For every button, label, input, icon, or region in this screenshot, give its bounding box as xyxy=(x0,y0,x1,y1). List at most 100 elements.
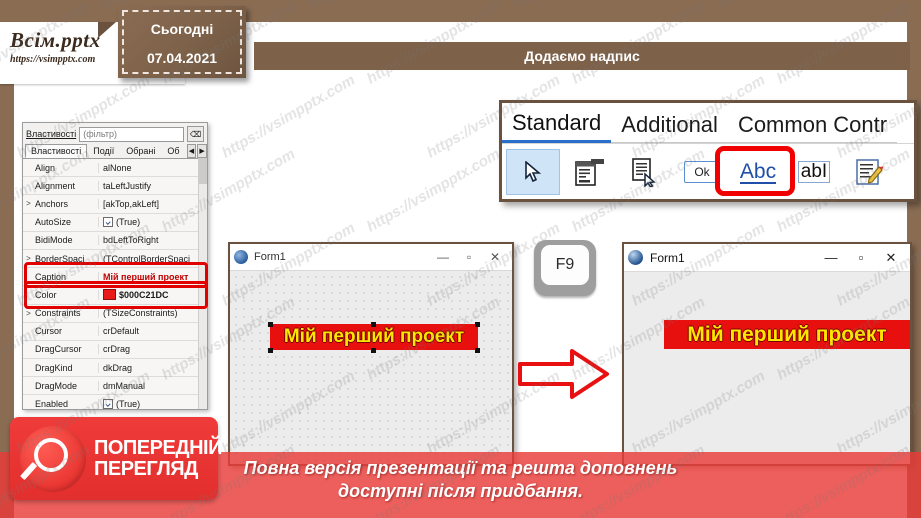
tab-common-controls[interactable]: Common Contr xyxy=(727,110,898,143)
close-button[interactable]: ✕ xyxy=(482,250,508,264)
date-badge-label: Сьогодні xyxy=(150,21,214,37)
tab-standard[interactable]: Standard xyxy=(502,108,612,143)
table-row[interactable]: > BorderSpaci (TControlBorderSpaci xyxy=(23,249,207,269)
property-value: (True) xyxy=(116,399,141,410)
table-row[interactable]: DragKind dkDrag xyxy=(23,359,207,378)
table-row-caption[interactable]: Caption Мій перший проект xyxy=(23,268,207,287)
table-row[interactable]: > Anchors [akTop,akLeft] xyxy=(23,195,207,214)
color-swatch-icon[interactable] xyxy=(103,289,116,301)
logo-url: https://vsimpptx.com xyxy=(10,54,96,65)
resize-handle[interactable] xyxy=(475,348,480,353)
property-value: $000C21DC xyxy=(119,289,169,300)
property-value[interactable]: crDefault xyxy=(99,326,207,336)
property-name: Caption xyxy=(34,271,99,282)
label-tool-highlight-ring xyxy=(715,146,795,196)
table-row-color[interactable]: Color $000C21DC xyxy=(23,286,207,305)
tab-scroll-right-icon[interactable]: ▶ xyxy=(197,143,207,158)
inspector-tab-events[interactable]: Події xyxy=(87,144,120,158)
checkbox-icon[interactable] xyxy=(103,399,113,409)
resize-handle[interactable] xyxy=(475,322,480,327)
preview-line-1: ПОПЕРЕДНІЙ xyxy=(94,436,222,459)
table-row[interactable]: AutoSize (True) xyxy=(23,213,207,232)
inspector-tab-properties[interactable]: Властивості xyxy=(25,143,88,158)
property-value[interactable]: alNone xyxy=(99,163,207,173)
table-row[interactable]: BidiMode bdLeftToRight xyxy=(23,231,207,250)
property-value[interactable]: crDrag xyxy=(99,344,207,354)
property-name: DragMode xyxy=(34,380,99,391)
date-badge-date: 07.04.2021 xyxy=(146,50,218,66)
clear-filter-icon[interactable]: ⌫ xyxy=(187,126,204,142)
table-row[interactable]: DragCursor crDrag xyxy=(23,340,207,360)
palette-icon-strip: Ok Abc abI xyxy=(502,143,914,199)
property-value-checkbox[interactable]: (True) xyxy=(99,399,207,409)
watermark-text: https://vsimpptx.com xyxy=(218,71,358,162)
table-row[interactable]: Align alNone xyxy=(23,159,207,178)
table-row[interactable]: Alignment taLeftJustify xyxy=(23,177,207,196)
inspector-tab-objects[interactable]: Об xyxy=(161,144,185,158)
property-value[interactable]: bdLeftToRight xyxy=(99,235,207,245)
designer-title-bar: Form1 — ▫ ✕ xyxy=(230,244,512,271)
inspector-tab-strip: Властивості Події Обрані Об ◀ ▶ xyxy=(23,143,207,159)
table-row[interactable]: > Constraints (TSizeConstraints) xyxy=(23,304,207,323)
inspector-scrollbar[interactable] xyxy=(198,158,207,409)
preview-line-2: ПЕРЕГЛЯД xyxy=(94,457,198,480)
property-value[interactable]: [akTop,akLeft] xyxy=(99,199,207,209)
inspector-filter-input[interactable]: (фільтр) xyxy=(79,126,184,142)
run-window-title: Form1 xyxy=(650,250,685,265)
frame-window-icon xyxy=(575,157,605,187)
property-value[interactable]: taLeftJustify xyxy=(99,181,207,191)
row-expander[interactable]: > xyxy=(23,254,34,263)
designer-label-component[interactable]: Мій перший проект xyxy=(270,324,478,350)
property-value[interactable]: dkDrag xyxy=(99,363,207,373)
app-icon xyxy=(234,250,248,264)
maximize-button[interactable]: ▫ xyxy=(846,250,876,265)
form-designer-window: Form1 — ▫ ✕ Мій перший проект xyxy=(228,242,514,466)
slide-header-bar: Додаємо надпис xyxy=(254,42,910,70)
table-row[interactable]: Cursor crDefault xyxy=(23,322,207,341)
edit-tool-button[interactable]: abI xyxy=(788,150,840,194)
property-value-checkbox[interactable]: (True) xyxy=(99,217,207,228)
designer-canvas[interactable]: Мій перший проект xyxy=(230,271,512,463)
mainmenu-tool-button[interactable] xyxy=(620,150,672,194)
minimize-button[interactable]: — xyxy=(430,250,456,264)
close-button[interactable]: ✕ xyxy=(876,250,906,266)
resize-handle[interactable] xyxy=(371,322,376,327)
row-expander[interactable]: > xyxy=(23,309,34,318)
page-title: Додаємо надпис xyxy=(524,48,640,64)
row-expander[interactable]: > xyxy=(23,199,34,208)
property-value[interactable]: (TSizeConstraints) xyxy=(99,308,207,318)
scrollbar-thumb[interactable] xyxy=(199,158,207,184)
resize-handle[interactable] xyxy=(268,348,273,353)
f9-key-graphic: F9 xyxy=(534,240,596,296)
palette-tab-strip: Standard Additional Common Contr xyxy=(502,103,914,143)
property-name: Constraints xyxy=(34,308,99,319)
property-value-caption[interactable]: Мій перший проект xyxy=(99,272,207,282)
object-inspector-panel: Властивості (фільтр) ⌫ Властивості Події… xyxy=(22,122,208,410)
property-value[interactable]: (TControlBorderSpaci xyxy=(99,254,207,264)
memo-tool-button[interactable] xyxy=(844,150,896,194)
cursor-arrow-icon xyxy=(524,161,542,183)
property-value-color[interactable]: $000C21DC xyxy=(99,289,207,301)
magnifier-handle xyxy=(20,461,38,480)
preview-badge-text: ПОПЕРЕДНІЙ ПЕРЕГЛЯД xyxy=(94,436,222,480)
component-palette: Standard Additional Common Contr Ok Abc … xyxy=(499,100,917,202)
run-form-body: Мій перший проект xyxy=(624,272,910,463)
inspector-tab-favorites[interactable]: Обрані xyxy=(120,144,161,158)
maximize-button[interactable]: ▫ xyxy=(456,250,482,264)
resize-handle[interactable] xyxy=(268,322,273,327)
table-row[interactable]: DragMode dmManual xyxy=(23,377,207,396)
pointer-tool-button[interactable] xyxy=(506,149,560,195)
running-form-window: Form1 — ▫ ✕ Мій перший проект xyxy=(622,242,912,466)
table-row[interactable]: Enabled (True) xyxy=(23,395,207,409)
property-list: Align alNone Alignment taLeftJustify > A… xyxy=(23,159,207,409)
property-value[interactable]: dmManual xyxy=(99,381,207,391)
flow-arrow-icon xyxy=(518,348,610,400)
slide-canvas: Всім.pptx https://vsimpptx.com Сьогодні … xyxy=(0,0,921,518)
checkbox-icon[interactable] xyxy=(103,217,113,228)
tab-additional[interactable]: Additional xyxy=(611,110,728,143)
resize-handle[interactable] xyxy=(371,348,376,353)
tab-scroll-left-icon[interactable]: ◀ xyxy=(186,143,197,158)
minimize-button[interactable]: — xyxy=(816,250,846,265)
run-label-component: Мій перший проект xyxy=(664,320,910,349)
frame-tool-button[interactable] xyxy=(564,150,616,194)
